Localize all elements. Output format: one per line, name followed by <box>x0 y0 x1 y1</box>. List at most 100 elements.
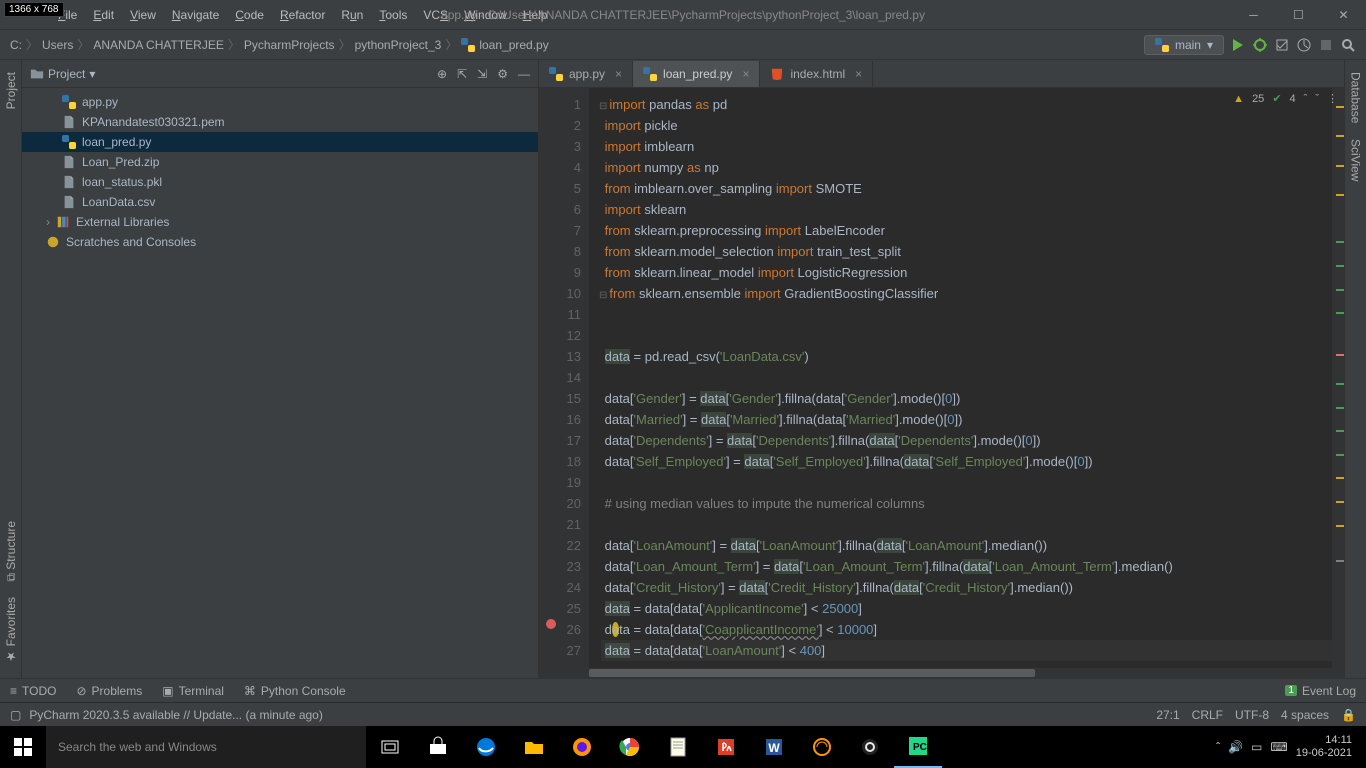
keyboard-icon[interactable]: ⌨ <box>1270 740 1287 754</box>
gear-icon[interactable]: ⚙ <box>497 67 508 81</box>
tree-file-item[interactable]: Loan_Pred.zip <box>22 152 538 172</box>
tool-window-icon[interactable]: ▢ <box>10 708 21 722</box>
coverage-icon[interactable] <box>1274 37 1290 53</box>
locate-icon[interactable]: ⊕ <box>437 67 447 81</box>
more-icon[interactable]: ⋮ <box>1327 92 1338 105</box>
expand-all-icon[interactable]: ⇱ <box>457 67 467 81</box>
breadcrumb-item[interactable]: C: <box>10 38 22 52</box>
search-everywhere-icon[interactable] <box>1340 37 1356 53</box>
app-icon-1[interactable] <box>798 726 846 768</box>
todo-tool-button[interactable]: ≡TODO <box>10 684 56 698</box>
breadcrumb-item[interactable]: pythonProject_3 <box>355 38 442 52</box>
app-icon-2[interactable] <box>846 726 894 768</box>
task-view-icon[interactable] <box>366 726 414 768</box>
tree-file-item[interactable]: LoanData.csv <box>22 192 538 212</box>
chevron-down-icon[interactable]: ˇ <box>1315 93 1319 105</box>
python-console-tool-button[interactable]: ⌘Python Console <box>244 684 346 698</box>
breadcrumb-item[interactable]: ANANDA CHATTERJEE <box>93 38 223 52</box>
breadcrumb[interactable]: C:〉 Users〉 ANANDA CHATTERJEE〉 PycharmPro… <box>10 36 549 53</box>
stop-icon[interactable] <box>1318 37 1334 53</box>
run-icon[interactable] <box>1230 37 1246 53</box>
hide-icon[interactable]: — <box>518 67 530 81</box>
horizontal-scrollbar[interactable] <box>589 668 1332 678</box>
event-log-button[interactable]: 1Event Log <box>1285 684 1356 698</box>
volume-icon[interactable]: 🔊 <box>1228 740 1243 754</box>
tree-file-item[interactable]: KPAnandatest030321.pem <box>22 112 538 132</box>
taskbar-search[interactable]: Search the web and Windows <box>46 726 366 768</box>
sciview-tool-button[interactable]: SciView <box>1349 131 1363 189</box>
run-config-selector[interactable]: main ▾ <box>1144 35 1224 55</box>
status-message[interactable]: PyCharm 2020.3.5 available // Update... … <box>29 708 323 722</box>
python-file-icon <box>461 38 475 52</box>
warning-icon: ▲ <box>1233 93 1244 105</box>
chevron-down-icon: ▾ <box>1207 38 1213 52</box>
editor-tab[interactable]: loan_pred.py× <box>633 61 760 87</box>
navigation-bar: C:〉 Users〉 ANANDA CHATTERJEE〉 PycharmPro… <box>0 30 1366 60</box>
firefox-icon[interactable] <box>558 726 606 768</box>
breadcrumb-item[interactable]: loan_pred.py <box>479 38 548 52</box>
close-tab-icon[interactable]: × <box>742 67 749 81</box>
code-area[interactable]: ⊟import pandas as pd import pickle impor… <box>589 88 1332 678</box>
caret-position[interactable]: 27:1 <box>1156 708 1179 722</box>
python-icon <box>1155 38 1169 52</box>
editor-tab[interactable]: index.html× <box>760 61 873 87</box>
system-tray[interactable]: ˆ 🔊 ▭ ⌨ 14:11 19-06-2021 <box>1206 734 1366 760</box>
windows-taskbar: Search the web and Windows W PC ˆ 🔊 ▭ ⌨ … <box>0 726 1366 768</box>
menu-code[interactable]: Code <box>227 8 272 22</box>
project-tool-button[interactable]: Project <box>4 64 18 117</box>
close-tab-icon[interactable]: × <box>615 67 622 81</box>
breadcrumb-item[interactable]: Users <box>42 38 73 52</box>
tree-file-item[interactable]: loan_pred.py <box>22 132 538 152</box>
terminal-tool-button[interactable]: ▣Terminal <box>162 684 224 698</box>
pycharm-taskbar-icon[interactable]: PC <box>894 726 942 768</box>
structure-tool-button[interactable]: ⧉ Structure <box>4 513 18 590</box>
clock-time: 14:11 <box>1296 734 1352 747</box>
line-separator[interactable]: CRLF <box>1192 708 1223 722</box>
indent-info[interactable]: 4 spaces <box>1281 708 1329 722</box>
tray-chevron-icon[interactable]: ˆ <box>1216 740 1220 754</box>
problems-tool-button[interactable]: ⊘Problems <box>76 684 142 698</box>
menu-edit[interactable]: Edit <box>85 8 122 22</box>
tree-file-item[interactable]: loan_status.pkl <box>22 172 538 192</box>
start-button[interactable] <box>0 726 46 768</box>
editor-tab[interactable]: app.py× <box>539 61 633 87</box>
search-placeholder: Search the web and Windows <box>58 740 217 754</box>
battery-icon[interactable]: ▭ <box>1251 740 1262 754</box>
chevron-up-icon[interactable]: ˆ <box>1304 93 1308 105</box>
scratches[interactable]: Scratches and Consoles <box>22 232 538 252</box>
menu-refactor[interactable]: Refactor <box>272 8 333 22</box>
chrome-icon[interactable] <box>606 726 654 768</box>
acrobat-icon[interactable] <box>702 726 750 768</box>
favorites-tool-button[interactable]: ★ Favorites <box>4 589 18 672</box>
close-button[interactable]: ✕ <box>1321 0 1366 30</box>
external-libraries[interactable]: › External Libraries <box>22 212 538 232</box>
edge-icon[interactable] <box>462 726 510 768</box>
project-tree[interactable]: app.pyKPAnandatest030321.pemloan_pred.py… <box>22 88 538 256</box>
tree-file-item[interactable]: app.py <box>22 92 538 112</box>
menu-view[interactable]: View <box>122 8 164 22</box>
menu-run[interactable]: Run <box>333 8 371 22</box>
explorer-icon[interactable] <box>510 726 558 768</box>
debug-icon[interactable] <box>1252 37 1268 53</box>
close-tab-icon[interactable]: × <box>855 67 862 81</box>
clock-date: 19-06-2021 <box>1296 747 1352 760</box>
inspections-widget[interactable]: ▲25 ✔4 ˆ ˇ ⋮ <box>1233 92 1338 105</box>
store-icon[interactable] <box>414 726 462 768</box>
file-encoding[interactable]: UTF-8 <box>1235 708 1269 722</box>
collapse-all-icon[interactable]: ⇲ <box>477 67 487 81</box>
editor-gutter[interactable]: 1234567891011121314151617181920212223242… <box>539 88 589 678</box>
run-config-label: main <box>1175 38 1201 52</box>
maximize-button[interactable]: ☐ <box>1276 0 1321 30</box>
word-icon[interactable]: W <box>750 726 798 768</box>
lock-icon[interactable]: 🔒 <box>1341 708 1356 722</box>
notepad-icon[interactable] <box>654 726 702 768</box>
minimize-button[interactable]: ─ <box>1231 0 1276 30</box>
profile-icon[interactable] <box>1296 37 1312 53</box>
project-panel-title[interactable]: Project ▾ <box>30 67 95 81</box>
breadcrumb-item[interactable]: PycharmProjects <box>244 38 335 52</box>
menu-navigate[interactable]: Navigate <box>164 8 227 22</box>
error-stripe[interactable] <box>1332 88 1344 678</box>
menu-tools[interactable]: Tools <box>371 8 415 22</box>
database-tool-button[interactable]: Database <box>1349 64 1363 131</box>
clock[interactable]: 14:11 19-06-2021 <box>1296 734 1356 760</box>
